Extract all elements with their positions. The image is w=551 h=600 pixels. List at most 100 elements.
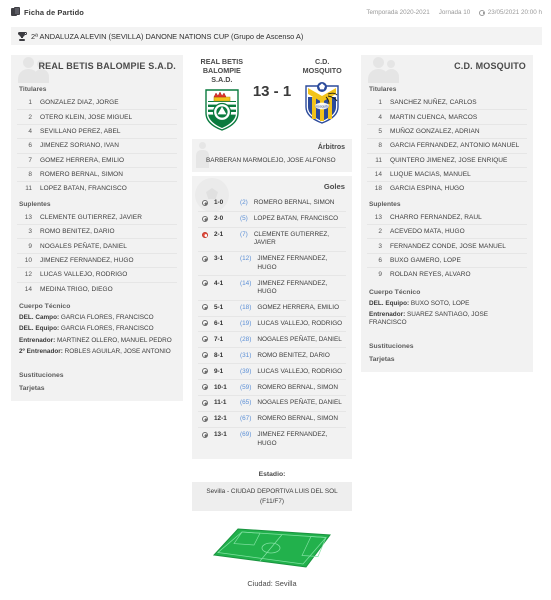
- goal-row[interactable]: 11-1 (65) NOGALES PEÑATE, DANIEL: [198, 396, 346, 413]
- goal-row[interactable]: 2-0 (5) LOPEZ BATAN, FRANCISCO: [198, 212, 346, 228]
- goal-row[interactable]: 6-1 (19) LUCAS VALLEJO, RODRIGO: [198, 317, 346, 333]
- list-item[interactable]: 13 CHARRO FERNANDEZ, RAUL: [367, 211, 527, 225]
- stadium-label: Estadio:: [258, 471, 286, 479]
- goal-ball-icon: [202, 368, 208, 375]
- goal-row[interactable]: 5-1 (18) GOMEZ HERRERA, EMILIO: [198, 301, 346, 317]
- away-team-crest: mosquito: [302, 80, 342, 124]
- document-icon: [11, 7, 20, 17]
- list-item[interactable]: 1 GONZALEZ DIAZ, JORGE: [17, 96, 177, 111]
- away-substitutions-label: Sustituciones: [369, 342, 414, 350]
- staff-row: 2º Entrenador: ROBLES AGUILAR, JOSE ANTO…: [19, 348, 171, 356]
- scoreboard-away: C.D. MOSQUITO mosquito: [296, 57, 348, 124]
- home-team-column: REAL BETIS BALOMPIE S.A.D. Titulares 1 GO…: [11, 55, 183, 401]
- list-item[interactable]: 4 MARTIN CUENCA, MARCOS: [367, 110, 527, 125]
- list-item[interactable]: 14 LUQUE MACIAS, MANUEL: [367, 168, 527, 183]
- match-meta: Temporada 2020-2021 Jornada 10 23/05/202…: [366, 7, 542, 16]
- goal-row[interactable]: 10-1 (59) ROMERO BERNAL, SIMON: [198, 380, 346, 397]
- goal-ball-icon: [202, 215, 208, 222]
- goal-row[interactable]: 13-1 (69) JIMENEZ FERNANDEZ, HUGO: [198, 428, 346, 451]
- referees-label: Árbitros: [317, 144, 345, 151]
- list-item[interactable]: 3 FERNANDEZ CONDE, JOSE MANUEL: [367, 239, 527, 254]
- home-starters-label: Titulares: [19, 86, 47, 93]
- staff-row: Entrenador: SUAREZ SANTIAGO, JOSE FRANCI…: [369, 311, 488, 326]
- home-team-header: REAL BETIS BALOMPIE S.A.D.: [11, 55, 183, 83]
- goal-row[interactable]: 1-0 (2) ROMERO BERNAL, SIMON: [198, 196, 346, 212]
- goal-row[interactable]: 12-1 (67) ROMERO BERNAL, SIMON: [198, 412, 346, 428]
- list-item[interactable]: 8 ROMERO BERNAL, SIMON: [17, 168, 177, 183]
- top-bar: Ficha de Partido Temporada 2020-2021 Jor…: [0, 0, 551, 17]
- goal-row[interactable]: 8-1 (31) ROMO BENITEZ, DARIO: [198, 348, 346, 365]
- home-staff-label: Cuerpo Técnico: [19, 302, 71, 310]
- list-item[interactable]: 11 LOPEZ BATAN, FRANCISCO: [17, 182, 177, 195]
- list-item[interactable]: 1 SANCHEZ NUÑEZ, CARLOS: [367, 96, 527, 111]
- away-team-panel: C.D. MOSQUITO Titulares 1 SANCHEZ NUÑEZ, …: [361, 55, 533, 372]
- goal-ball-icon: [202, 415, 208, 422]
- list-item[interactable]: 6 BUXO GAMERO, LOPE: [367, 254, 527, 269]
- goal-ball-icon: [202, 280, 208, 287]
- scoreboard-home-name: REAL BETIS BALOMPIE S.A.D.: [200, 57, 244, 84]
- competition-banner: 2ª ANDALUZA ALEVIN (SEVILLA) DANONE NATI…: [11, 27, 542, 45]
- away-starters-label: Titulares: [369, 86, 397, 93]
- home-tail-sections: Sustituciones Tarjetas: [11, 362, 183, 401]
- list-item[interactable]: 11 QUINTERO JIMENEZ, JOSE ENRIQUE: [367, 154, 527, 168]
- stadium-format: (F11/F7): [259, 497, 285, 505]
- goal-row[interactable]: 4-1 (14) JIMENEZ FERNANDEZ, HUGO: [198, 276, 346, 301]
- list-item[interactable]: 7 GOMEZ HERRERA, EMILIO: [17, 154, 177, 168]
- stadium-box: Sevilla - CIUDAD DEPORTIVA LUIS DEL SOL …: [192, 482, 352, 511]
- goal-row[interactable]: 9-1 (39) LUCAS VALLEJO, RODRIGO: [198, 364, 346, 381]
- list-item[interactable]: 9 ROLDAN REYES, ALVARO: [367, 268, 527, 281]
- season-label: Temporada 2020-2021: [366, 9, 430, 16]
- list-item[interactable]: 10 JIMENEZ FERNANDEZ, HUGO: [17, 254, 177, 269]
- list-item[interactable]: 8 GARCIA FERNANDEZ, ANTONIO MANUEL: [367, 139, 527, 154]
- svg-text:mosquito: mosquito: [315, 104, 329, 108]
- away-team-header: C.D. MOSQUITO: [361, 55, 533, 83]
- away-team-column: C.D. MOSQUITO Titulares 1 SANCHEZ NUÑEZ, …: [361, 55, 533, 372]
- competition-label: 2ª ANDALUZA ALEVIN (SEVILLA) DANONE NATI…: [31, 31, 304, 41]
- goal-ball-icon: [202, 320, 208, 327]
- referees-panel: Árbitros BARBERAN MARMOLEJO, JOSE ALFONS…: [192, 139, 352, 172]
- city-label: Ciudad: Sevilla: [247, 578, 297, 588]
- stadium-name: Sevilla - CIUDAD DEPORTIVA LUIS DEL SOL: [206, 488, 338, 496]
- list-item[interactable]: 13 CLEMENTE GUTIERREZ, JAVIER: [17, 211, 177, 225]
- list-item[interactable]: 3 ROMO BENITEZ, DARIO: [17, 225, 177, 240]
- home-starters-list: 1 GONZALEZ DIAZ, JORGE 2 OTERO KLEIN, JOSE…: [11, 96, 183, 196]
- list-item[interactable]: 12 LUCAS VALLEJO, RODRIGO: [17, 268, 177, 283]
- staff-row: DEL. Campo: GARCIA FLORES, FRANCISCO: [19, 313, 154, 321]
- home-substitutions-label: Sustituciones: [19, 371, 64, 379]
- goal-ball-icon: [202, 199, 208, 206]
- score-value: 13 - 1: [252, 83, 292, 100]
- list-item[interactable]: 2 OTERO KLEIN, JOSE MIGUEL: [17, 110, 177, 125]
- trophy-icon: [17, 31, 27, 41]
- goal-ball-icon: [202, 255, 208, 262]
- list-item[interactable]: 2 ACEVEDO MATA, HUGO: [367, 225, 527, 240]
- matchday-label: Jornada 10: [438, 9, 471, 16]
- away-team-name: C.D. MOSQUITO: [454, 61, 526, 71]
- main-columns: REAL BETIS BALOMPIE S.A.D. Titulares 1 GO…: [0, 45, 551, 588]
- list-item[interactable]: 9 NOGALES PEÑATE, DANIEL: [17, 239, 177, 254]
- goal-ball-icon: [202, 352, 208, 359]
- goal-row[interactable]: 7-1 (28) NOGALES PEÑATE, DANIEL: [198, 332, 346, 349]
- away-starters-list: 1 SANCHEZ NUÑEZ, CARLOS 4 MARTIN CUENCA, M…: [361, 96, 533, 196]
- home-team-name: REAL BETIS BALOMPIE S.A.D.: [38, 61, 176, 71]
- list-item[interactable]: 5 MUÑOZ GONZALEZ, ADRIAN: [367, 125, 527, 140]
- goal-ball-icon: [202, 384, 208, 391]
- match-sheet-page: Ficha de Partido Temporada 2020-2021 Jor…: [0, 0, 551, 600]
- list-item[interactable]: 14 MEDINA TRIGO, DIEGO: [17, 283, 177, 296]
- pitch-graphic: [192, 525, 352, 573]
- away-subs-label: Suplentes: [369, 200, 401, 208]
- list-item[interactable]: 4 SEVILLANO PEREZ, ABEL: [17, 125, 177, 140]
- goal-row[interactable]: 2-1 (7) CLEMENTE GUTIERREZ, JAVIER: [198, 228, 346, 253]
- breadcrumb-label: Ficha de Partido: [24, 7, 84, 17]
- scoreboard: REAL BETIS BALOMPIE S.A.D. 13 - 1 C.D. M…: [192, 55, 352, 135]
- list-item[interactable]: 6 JIMENEZ SORIANO, IVAN: [17, 139, 177, 154]
- list-item[interactable]: 18 GARCIA ESPINA, HUGO: [367, 182, 527, 195]
- away-staff-section: Cuerpo Técnico DEL. Equipo: BUXO SOTO, L…: [361, 282, 533, 333]
- clock-icon: [479, 9, 486, 16]
- goal-ball-icon: [202, 431, 208, 438]
- staff-row: DEL. Equipo: BUXO SOTO, LOPE: [369, 299, 470, 307]
- goal-row[interactable]: 3-1 (12) JIMENEZ FERNANDEZ, HUGO: [198, 252, 346, 277]
- home-subs-list: 13 CLEMENTE GUTIERREZ, JAVIER 3 ROMO BENIT…: [11, 211, 183, 296]
- breadcrumb: Ficha de Partido: [11, 7, 84, 17]
- goals-panel: Goles 1-0 (2) ROMERO BERNAL, SIMON 2-0 (5) L…: [192, 176, 352, 460]
- goal-ball-icon: [202, 304, 208, 311]
